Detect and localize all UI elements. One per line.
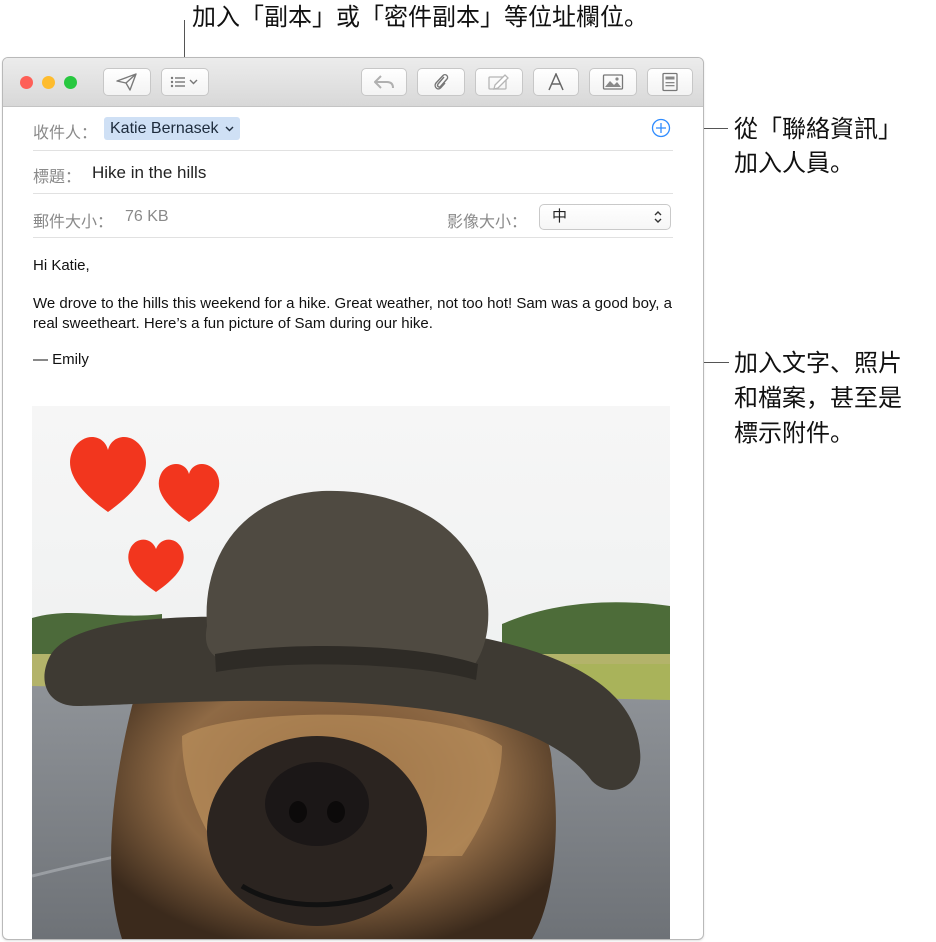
reply-icon <box>374 75 394 89</box>
recipient-name: Katie Bernasek <box>110 120 219 137</box>
close-button[interactable] <box>20 76 33 89</box>
attachment-icon <box>434 73 449 90</box>
header-fields-icon <box>170 76 198 88</box>
message-size-label: 郵件大小： <box>33 214 114 231</box>
chevron-down-icon <box>225 126 234 132</box>
photo-browser-button[interactable] <box>589 68 637 96</box>
recipient-token[interactable]: Katie Bernasek <box>104 117 240 140</box>
attached-photo[interactable] <box>32 406 670 939</box>
image-size-select[interactable]: 中 <box>539 204 671 230</box>
minimize-button[interactable] <box>42 76 55 89</box>
callout-attach-line1: 加入文字、照片 <box>734 349 902 377</box>
format-icon <box>548 73 564 91</box>
to-label: 收件人： <box>33 125 98 142</box>
attach-button[interactable] <box>417 68 465 96</box>
message-body[interactable]: Hi Katie, We drove to the hills this wee… <box>33 256 673 370</box>
photo-browser-icon <box>602 74 624 90</box>
stationery-icon <box>662 72 678 92</box>
callout-address-fields: 加入「副本」或「密件副本」等位址欄位。 <box>192 3 648 31</box>
toolbar <box>3 58 703 107</box>
signature-text: — Emily <box>33 351 89 368</box>
format-button[interactable] <box>533 68 579 96</box>
dog-photo-image <box>32 406 670 939</box>
markup-button[interactable] <box>475 68 523 96</box>
compose-window: 收件人： Katie Bernasek 標題： Hike in the hill… <box>2 57 704 940</box>
select-stepper-icon <box>654 211 662 223</box>
zoom-button[interactable] <box>64 76 77 89</box>
header-fields-button[interactable] <box>161 68 209 96</box>
message-size-value: 76 KB <box>125 208 169 225</box>
stationery-button[interactable] <box>647 68 693 96</box>
image-size-label: 影像大小： <box>447 214 528 231</box>
callout-attach-line3: 標示附件。 <box>734 419 854 447</box>
callout-attach-line2: 和檔案，甚至是 <box>734 384 902 412</box>
reply-button[interactable] <box>361 68 407 96</box>
image-size-value: 中 <box>552 208 568 225</box>
to-row: 收件人： Katie Bernasek <box>33 107 673 151</box>
send-icon <box>116 73 137 91</box>
subject-row: 標題： Hike in the hills <box>33 151 673 194</box>
callout-contacts-line1: 從「聯絡資訊」 <box>734 115 902 143</box>
add-contact-icon[interactable] <box>651 118 671 138</box>
markup-icon <box>488 74 509 90</box>
message-paragraph: We drove to the hills this weekend for a… <box>33 295 672 332</box>
send-button[interactable] <box>103 68 151 96</box>
greeting-text: Hi Katie, <box>33 257 90 274</box>
subject-label: 標題： <box>33 169 82 186</box>
callout-contacts-line2: 加入人員。 <box>734 149 854 177</box>
size-row: 郵件大小： 76 KB 影像大小： 中 <box>33 194 673 238</box>
subject-field[interactable]: Hike in the hills <box>92 163 206 183</box>
